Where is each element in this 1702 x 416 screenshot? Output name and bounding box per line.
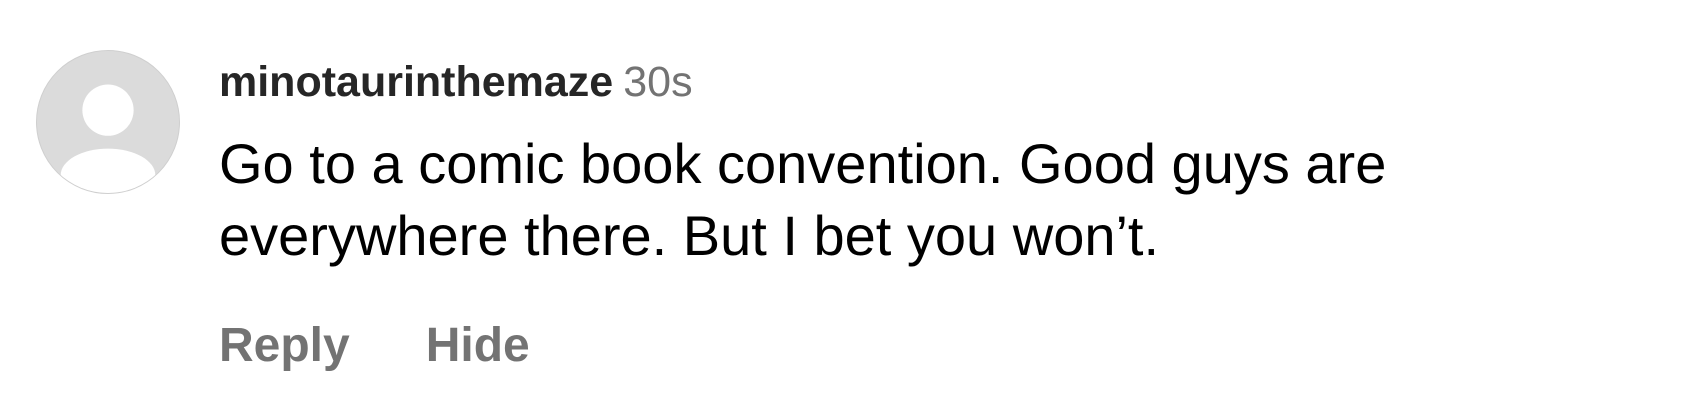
comment-timestamp[interactable]: 30s <box>623 58 692 106</box>
hide-button[interactable]: Hide <box>426 316 530 376</box>
comment-body: minotaurinthemaze 30s Go to a comic book … <box>219 52 1659 272</box>
username-link[interactable]: minotaurinthemaze <box>219 58 613 106</box>
comment-text: Go to a comic book convention. Good guys… <box>219 132 1387 267</box>
comment-actions: Reply Hide <box>219 316 530 376</box>
avatar[interactable] <box>36 50 180 194</box>
comment-meta: minotaurinthemaze 30s <box>219 52 1659 112</box>
default-user-avatar-icon <box>60 84 156 193</box>
comment-item: minotaurinthemaze 30s Go to a comic book … <box>0 0 1702 416</box>
reply-button[interactable]: Reply <box>219 316 350 376</box>
